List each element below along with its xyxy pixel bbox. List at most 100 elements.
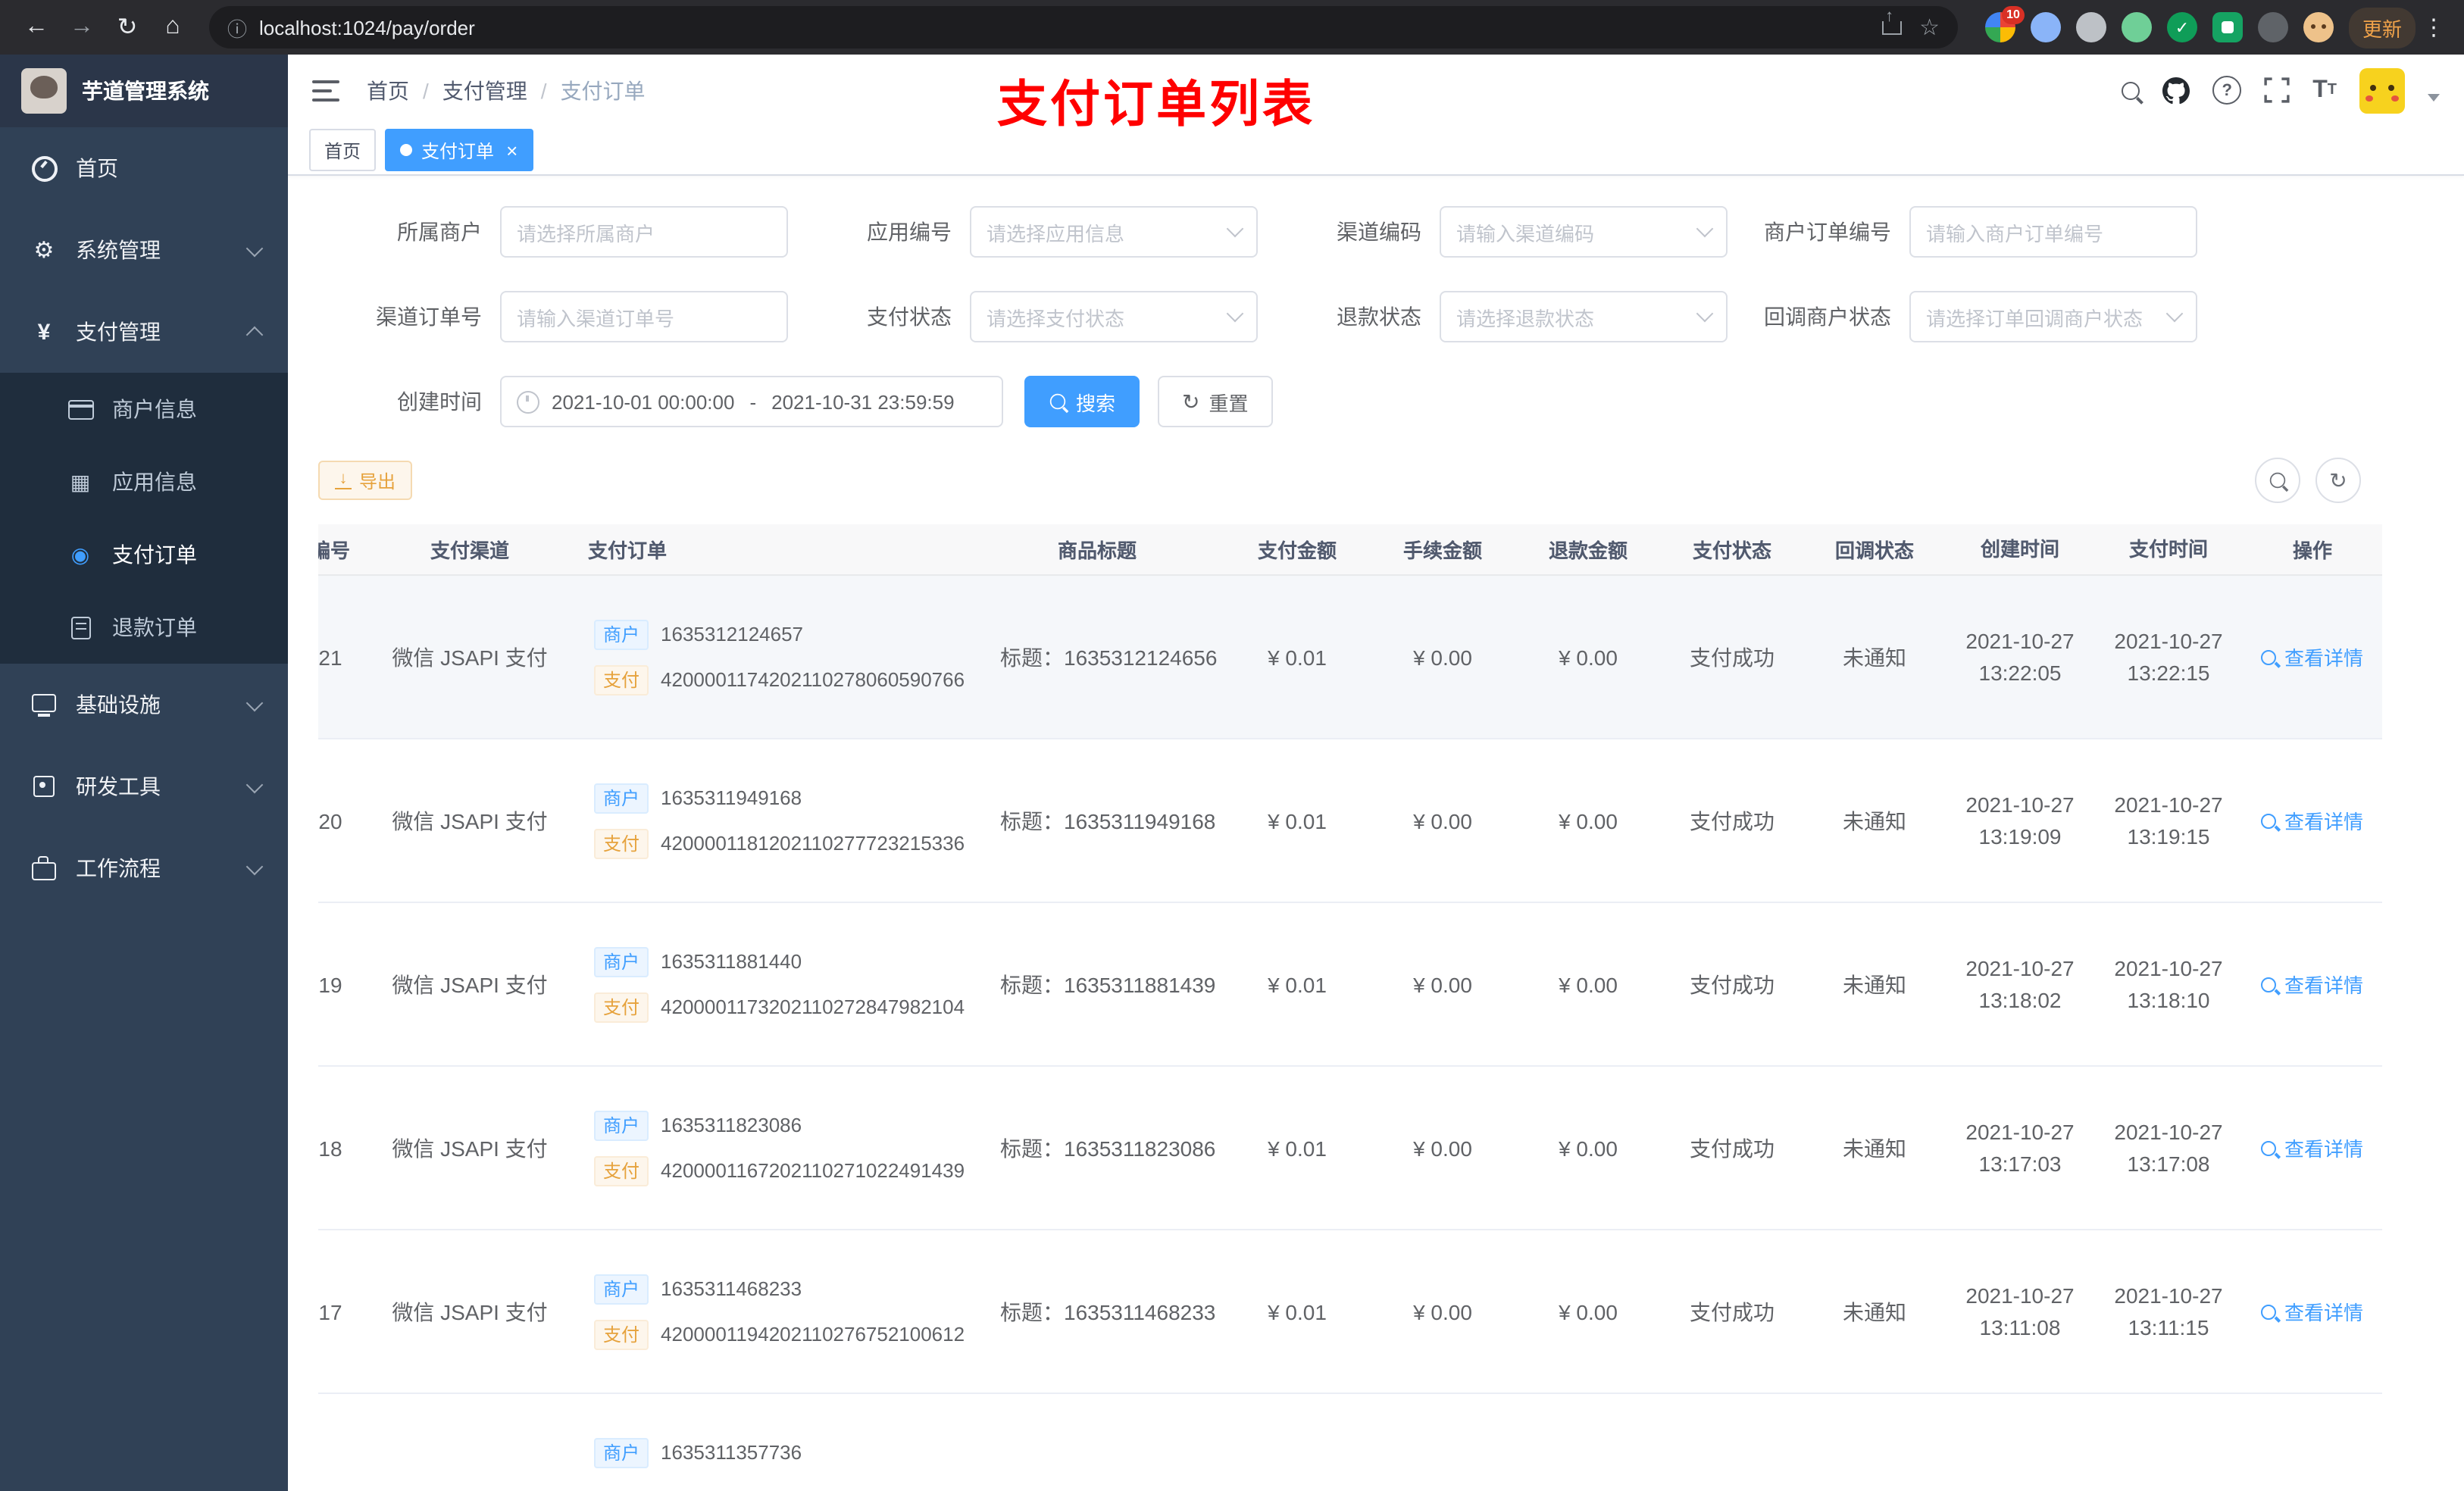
sidebar-item-pay-order[interactable]: ◉ 支付订单 (0, 518, 288, 591)
notify-status-filter-select[interactable]: 请选择订单回调商户状态 (1909, 291, 2197, 342)
refund-status-filter-select[interactable]: 请选择退款状态 (1440, 291, 1728, 342)
breadcrumb-current: 支付订单 (560, 78, 646, 102)
pay-order-cell: 商户 1635311357736 (576, 1430, 970, 1491)
merchant-tag: 商户 (594, 1274, 649, 1304)
github-icon[interactable] (2162, 77, 2190, 104)
table-row[interactable]: 19 微信 JSAPI 支付 商户 1635311881440 支付 42000… (318, 903, 2382, 1067)
sidebar-item-app-info[interactable]: ▦ 应用信息 (0, 445, 288, 518)
font-size-icon[interactable]: TT (2312, 77, 2337, 104)
merchant-order-no-input[interactable]: 请输入商户订单编号 (1909, 206, 2197, 258)
table-row[interactable]: 20 微信 JSAPI 支付 商户 1635311949168 支付 42000… (318, 739, 2382, 903)
pay-time-cell: 2021-10-27 13:11:15 (2114, 1283, 2223, 1339)
share-icon[interactable] (1881, 7, 1902, 34)
table-toolbar: ↓ 导出 ↻ (318, 458, 2434, 503)
help-icon[interactable]: ? (2212, 76, 2242, 105)
view-detail-link[interactable]: 查看详情 (2261, 970, 2363, 999)
pay-status-filter-select[interactable]: 请选择支付状态 (970, 291, 1258, 342)
table-row[interactable]: 18 微信 JSAPI 支付 商户 1635311823086 支付 42000… (318, 1067, 2382, 1230)
bookmark-star-icon[interactable]: ☆ (1919, 14, 1940, 41)
filter-form: 所属商户 请选择所属商户 应用编号 请选择应用信息 渠道编码 请输入渠道编码 商… (318, 206, 2434, 376)
view-detail-link[interactable]: 查看详情 (2261, 1297, 2363, 1326)
tab-pay-order[interactable]: 支付订单 × (385, 129, 533, 171)
extension-icon-gray[interactable] (2075, 12, 2106, 42)
view-detail-link[interactable]: 查看详情 (2261, 806, 2363, 835)
sidebar-item-home[interactable]: 首页 (0, 127, 288, 209)
sidebar-item-workflow[interactable]: 工作流程 (0, 827, 288, 909)
view-detail-link[interactable]: 查看详情 (2261, 1133, 2363, 1162)
chevron-down-icon (1696, 305, 1714, 323)
date-start: 2021-10-01 00:00:00 (552, 390, 735, 413)
view-detail-link[interactable]: 查看详情 (2261, 642, 2363, 671)
merchant-order-no: 1635311357736 (661, 1441, 802, 1464)
browser-profile-avatar[interactable] (2303, 12, 2334, 42)
sidebar-item-system[interactable]: ⚙ 系统管理 (0, 209, 288, 291)
sidebar-item-dev-tools[interactable]: 研发工具 (0, 746, 288, 827)
sidebar-item-refund-order[interactable]: 退款订单 (0, 591, 288, 664)
pay-amount-cell: ¥ 0.01 (1268, 972, 1327, 996)
reset-button[interactable]: ↻ 重置 (1158, 376, 1273, 427)
search-icon (2261, 649, 2277, 664)
notify-status-cell: 未通知 (1843, 645, 1906, 669)
create-time-range-picker[interactable]: 2021-10-01 00:00:00 - 2021-10-31 23:59:5… (500, 376, 1003, 427)
breadcrumb-home[interactable]: 首页 (367, 75, 409, 105)
close-tab-icon[interactable]: × (506, 140, 518, 160)
export-button[interactable]: ↓ 导出 (318, 461, 413, 500)
search-button[interactable]: 搜索 (1024, 376, 1140, 427)
chevron-down-icon (1696, 220, 1714, 238)
sidebar-item-payment[interactable]: ¥ 支付管理 (0, 291, 288, 373)
browser-menu-icon[interactable]: ⋮ (2419, 14, 2449, 41)
extension-icon-square[interactable] (2212, 12, 2243, 42)
browser-forward-button[interactable]: → (61, 6, 103, 48)
content-area: 所属商户 请选择所属商户 应用编号 请选择应用信息 渠道编码 请输入渠道编码 商… (288, 176, 2464, 1491)
fee-amount-cell: ¥ 0.00 (1413, 1299, 1472, 1324)
time-icon (517, 390, 539, 413)
hamburger-icon[interactable] (312, 80, 339, 101)
breadcrumb-payment[interactable]: 支付管理 (442, 75, 527, 105)
sidebar-item-infrastructure[interactable]: 基础设施 (0, 664, 288, 746)
extension-icon-colorwheel[interactable]: 10 (1984, 6, 2025, 42)
chevron-down-icon (1226, 220, 1244, 238)
sidebar-item-merchant-info[interactable]: 商户信息 (0, 373, 288, 445)
app-logo[interactable]: 芋道管理系统 (0, 55, 288, 127)
channel-code-filter-select[interactable]: 请输入渠道编码 (1440, 206, 1728, 258)
address-bar[interactable]: ⓘ localhost:1024/pay/order ☆ (209, 6, 1958, 48)
table-row[interactable]: 21 微信 JSAPI 支付 商户 1635312124657 支付 42000… (318, 576, 2382, 739)
merchant-filter-input[interactable]: 请选择所属商户 (500, 206, 788, 258)
user-avatar[interactable] (2359, 67, 2405, 113)
channel-order-no-input[interactable]: 请输入渠道订单号 (500, 291, 788, 342)
top-header: 首页 / 支付管理 / 支付订单 支付订单列表 ? TT (288, 55, 2464, 132)
logo-avatar (21, 68, 67, 114)
browser-back-button[interactable]: ← (15, 6, 58, 48)
pay-channel-cell: 微信 JSAPI 支付 (392, 1299, 548, 1324)
table-row[interactable]: 商户 1635311357736 (318, 1394, 2382, 1491)
refund-amount-cell: ¥ 0.00 (1559, 1136, 1618, 1160)
tab-home[interactable]: 首页 (309, 129, 377, 171)
table-row[interactable]: 17 微信 JSAPI 支付 商户 1635311468233 支付 42000… (318, 1230, 2382, 1394)
extension-icon-blue[interactable] (2030, 12, 2061, 42)
yen-icon: ¥ (37, 319, 51, 345)
browser-update-button[interactable]: 更新 (2348, 7, 2416, 48)
search-icon (2261, 977, 2277, 992)
site-info-icon[interactable]: ⓘ (227, 13, 247, 42)
browser-reload-button[interactable]: ↻ (106, 6, 149, 48)
action-cell: 查看详情 (2243, 970, 2382, 999)
extension-icon-green[interactable] (2121, 12, 2152, 42)
order-id-cell: 21 (318, 645, 342, 669)
merchant-order-no: 1635311881440 (661, 950, 802, 973)
merchant-tag: 商户 (594, 619, 649, 649)
fullscreen-icon[interactable] (2264, 77, 2290, 103)
avatar-caret-icon[interactable] (2428, 94, 2440, 102)
screen: ← → ↻ ⌂ ⓘ localhost:1024/pay/order ☆ 10 … (0, 0, 2464, 1491)
toggle-search-button[interactable] (2255, 458, 2300, 503)
search-icon (2261, 1140, 2277, 1155)
create-time-cell: 2021-10-27 13:11:08 (1965, 1283, 2075, 1339)
merchant-tag: 商户 (594, 946, 649, 977)
extension-icon-check[interactable]: ✓ (2166, 12, 2197, 42)
app-no-filter-select[interactable]: 请选择应用信息 (970, 206, 1258, 258)
search-icon (2261, 813, 2277, 828)
refresh-table-button[interactable]: ↻ (2315, 458, 2361, 503)
extension-icon-dark[interactable] (2257, 12, 2288, 42)
search-icon[interactable] (2122, 81, 2140, 99)
refund-amount-cell: ¥ 0.00 (1559, 808, 1618, 833)
browser-home-button[interactable]: ⌂ (152, 6, 194, 48)
